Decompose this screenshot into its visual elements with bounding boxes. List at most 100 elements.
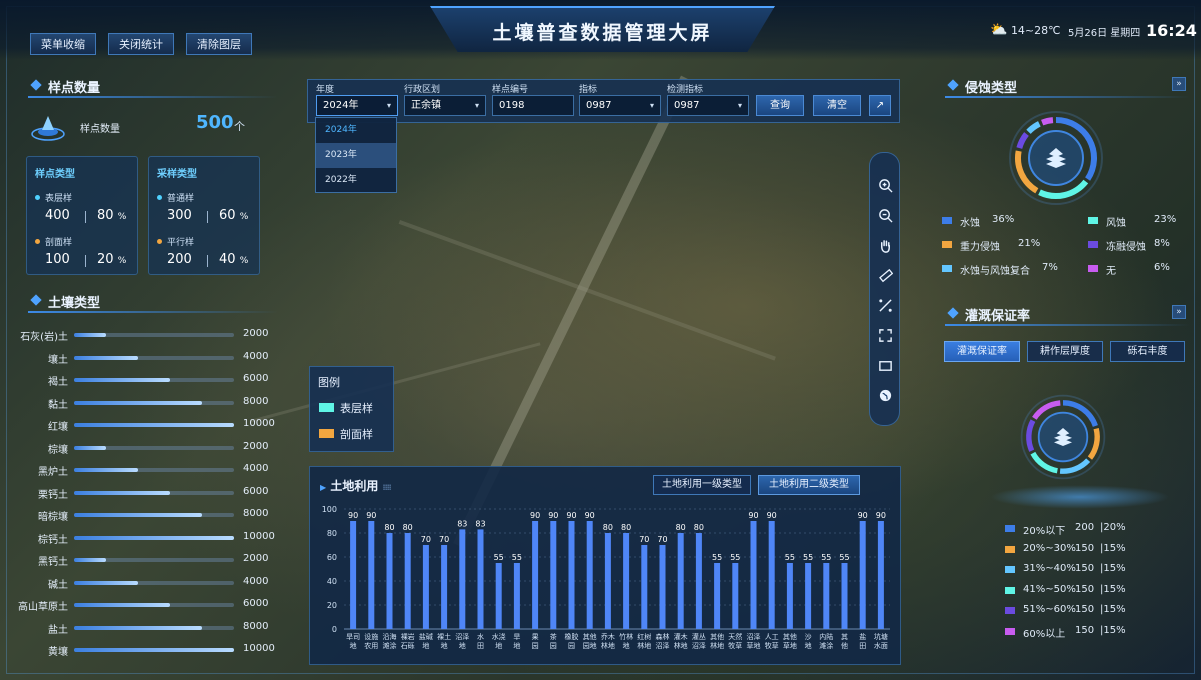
expand-irrigation-button[interactable]: »	[1172, 305, 1186, 319]
bar	[422, 545, 429, 629]
soil-type-row: 暗棕壤 8000	[0, 508, 290, 531]
region-label: 行政区划	[404, 85, 441, 95]
weather: ⛅ 14~28℃	[990, 22, 1061, 38]
bar	[714, 563, 721, 629]
soil-type-bar	[74, 445, 106, 450]
legend-swatch	[1005, 525, 1015, 532]
soil-type-list: 石灰(岩)土 2000 壤土 4000 褐土 6000 黏土 8000 红壤 10000 棕壤 200…	[0, 328, 300, 659]
collapse-menu-button[interactable]: 菜单收缩	[30, 33, 96, 55]
erosion-legend: 水蚀 36% 风蚀 23% 重力侵蚀 21% 冻融侵蚀 8% 水蚀与风蚀复合 7% 无 6%	[942, 214, 1192, 294]
clear-button[interactable]: 清空	[813, 95, 861, 116]
ruler-icon[interactable]	[878, 268, 893, 283]
soil-type-row: 棕壤 2000	[0, 441, 290, 464]
zoom-out-icon[interactable]	[878, 208, 893, 223]
normal-sample-dot	[157, 195, 162, 200]
bar-value-label: 90	[767, 511, 777, 520]
year-option-2024[interactable]: 2024年	[316, 118, 396, 143]
bar	[532, 521, 539, 629]
test-indicator-select[interactable]: 0987 ▾	[667, 95, 749, 116]
surface-sample-count: 400	[45, 208, 70, 223]
hand-icon[interactable]	[878, 238, 893, 253]
region-select[interactable]: 正余镇 ▾	[404, 95, 486, 116]
rectangle-icon[interactable]	[878, 358, 893, 373]
x-tick-label: 水面	[874, 641, 888, 650]
legend-swatch	[1088, 265, 1098, 272]
sample-id-input[interactable]: 0198	[492, 95, 574, 116]
section-divider	[945, 324, 1190, 326]
erosion-pct: 8%	[1154, 238, 1170, 249]
soil-type-value: 6000	[243, 598, 269, 609]
bar-value-label: 83	[475, 519, 485, 528]
bar	[441, 545, 448, 629]
x-tick-label: 竹林	[619, 632, 633, 641]
soil-type-row: 黑炉土 4000	[0, 463, 290, 486]
soil-type-row: 黑钙土 2000	[0, 553, 290, 576]
x-tick-label: 其他	[783, 632, 797, 641]
fullscreen-icon[interactable]	[878, 328, 893, 343]
query-button[interactable]: 查询	[756, 95, 804, 116]
soil-type-row: 碱土 4000	[0, 576, 290, 599]
x-tick-label: 林地	[710, 641, 724, 650]
year-select[interactable]: 2024年 ▾	[316, 95, 398, 116]
irrigation-label: 31%~40%	[1023, 563, 1076, 574]
close-stats-button[interactable]: 关闭统计	[108, 33, 174, 55]
soil-type-bar-track	[74, 400, 234, 405]
x-tick-label: 其他	[710, 632, 724, 641]
bar-value-label: 55	[730, 553, 740, 562]
year-option-2022[interactable]: 2022年	[316, 168, 396, 193]
soil-type-name: 褐土	[48, 377, 68, 388]
clear-layers-button[interactable]: 清除图层	[186, 33, 252, 55]
soil-type-value: 4000	[243, 350, 269, 362]
x-tick-label: 园	[550, 642, 557, 650]
tab-land-use-level1[interactable]: 土地利用一级类型	[653, 475, 751, 495]
bar	[550, 521, 557, 629]
zoom-in-icon[interactable]	[878, 178, 893, 193]
x-tick-label: 林地	[637, 641, 651, 650]
divider	[207, 211, 208, 223]
divider	[85, 255, 86, 267]
bar-value-label: 90	[530, 511, 540, 520]
x-tick-label: 林地	[601, 641, 615, 650]
irrigation-count: 150	[1075, 542, 1095, 554]
irrigation-pct: |15%	[1100, 583, 1126, 595]
erosion-label: 冻融侵蚀	[1106, 242, 1146, 253]
donut-segment	[1041, 117, 1054, 126]
soil-type-row: 黄壤 10000	[0, 643, 290, 666]
soil-type-row: 栗钙土 6000	[0, 486, 290, 509]
soil-type-bar-track	[74, 580, 234, 585]
erosion-legend-item: 无 6%	[1088, 262, 1198, 277]
bar	[805, 563, 812, 629]
tab-gravel-abundance[interactable]: 砾石丰度	[1110, 341, 1185, 362]
bar-value-label: 80	[676, 523, 686, 532]
header-bar: 土壤普查数据管理大屏 菜单收缩 关闭统计 清除图层 ⛅ 14~28℃ 5月26日…	[0, 0, 1201, 60]
bar	[768, 521, 775, 629]
surface-sample-dot	[35, 195, 40, 200]
bar	[641, 545, 648, 629]
donut-segment	[1026, 121, 1041, 134]
indicator-select[interactable]: 0987 ▾	[579, 95, 661, 116]
tab-land-use-level2[interactable]: 土地利用二级类型	[758, 475, 860, 495]
chevron-down-icon: ▾	[474, 101, 479, 110]
tab-irrigation-rate[interactable]: 灌溉保证率	[944, 341, 1020, 362]
x-tick-label: 草地	[747, 641, 761, 650]
y-tick-label: 60	[327, 553, 337, 562]
soil-type-bar-track	[74, 625, 234, 630]
soil-type-value: 10000	[243, 530, 275, 542]
expand-erosion-button[interactable]: »	[1172, 77, 1186, 91]
bar	[350, 521, 357, 629]
dotted-decoration: ⁝⁝⁝⁝	[382, 483, 392, 492]
soil-type-value: 4000	[243, 463, 269, 474]
soil-type-value: 10000	[243, 418, 275, 429]
x-tick-label: 橡胶	[565, 632, 579, 641]
bar-value-label: 70	[421, 535, 431, 544]
x-tick-label: 沼泽	[455, 632, 469, 641]
profile-sample-dot	[35, 239, 40, 244]
globe-icon[interactable]	[878, 388, 893, 403]
year-option-2023[interactable]: 2023年	[316, 143, 396, 168]
measure-icon[interactable]	[878, 298, 893, 313]
export-button[interactable]: ↗	[869, 95, 891, 116]
tab-plough-depth[interactable]: 耕作层厚度	[1027, 341, 1103, 362]
soil-type-row: 石灰(岩)土 2000	[0, 328, 290, 351]
bar	[750, 521, 757, 629]
bar-value-label: 90	[585, 511, 595, 520]
